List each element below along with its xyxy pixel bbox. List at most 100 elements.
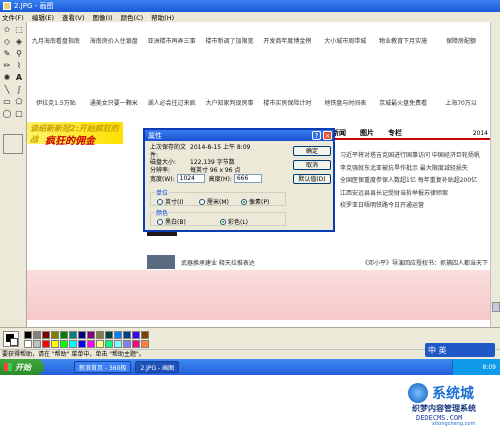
palette-swatch[interactable]: [141, 340, 149, 348]
palette-swatch[interactable]: [141, 331, 149, 339]
unit-pixel-option[interactable]: 像素(P): [241, 197, 283, 206]
brush-icon[interactable]: ⌇: [14, 61, 24, 71]
image-canvas[interactable]: 九月海南看盘指南 海南房价入住银盘 亚洲楼市再弄三事 楼市新调了加限宽 开发商年…: [27, 22, 490, 327]
palette-swatch[interactable]: [87, 331, 95, 339]
nav-link: 开发商年度博金榜: [263, 38, 312, 45]
pencil-icon[interactable]: ✏: [2, 61, 12, 71]
bottom-headline: 武器换承建业 释天拉推表达: [181, 259, 255, 267]
palette-swatch[interactable]: [60, 331, 68, 339]
polygon-tool-icon[interactable]: ⬠: [14, 97, 24, 107]
palette-swatch[interactable]: [114, 340, 122, 348]
palette-swatch[interactable]: [114, 331, 122, 339]
file-info: 上次保存的文件: 2014-8-15 上午 8:09 磁盘大小: 122,139 字…: [150, 144, 250, 174]
curve-tool-icon[interactable]: ∫: [14, 85, 24, 95]
nav-link: 伊拉克1.5万贴: [36, 100, 76, 107]
help-icon[interactable]: ?: [312, 131, 321, 140]
height-label: 高度(H):: [208, 176, 232, 183]
palette-swatch[interactable]: [33, 340, 41, 348]
menu-edit[interactable]: 编辑(E): [32, 12, 54, 22]
watermark-domain: xitongcheng.com: [432, 421, 476, 427]
color-bw-option[interactable]: 黑白(B): [157, 217, 220, 226]
palette-swatch[interactable]: [24, 340, 32, 348]
color-color-option[interactable]: 彩色(L): [220, 217, 283, 226]
headline: 习近平将对塔吉克国进行国事访问 中国经济巨轮扬帆: [340, 152, 480, 159]
menu-view[interactable]: 查看(V): [62, 12, 85, 22]
color-group-label: 颜色: [155, 208, 170, 217]
palette-swatch[interactable]: [105, 340, 113, 348]
start-button[interactable]: 开始: [0, 359, 44, 375]
last-saved-label: 上次保存的文件:: [150, 144, 187, 159]
palette-swatch[interactable]: [96, 331, 104, 339]
current-colors[interactable]: [3, 331, 19, 347]
palette-swatch[interactable]: [78, 331, 86, 339]
rounded-rect-tool-icon[interactable]: ▢: [14, 109, 24, 119]
rect-select-icon[interactable]: ⬚: [14, 25, 24, 35]
nav-link: 楼市新调了加限宽: [205, 38, 254, 45]
ime-toolbar[interactable]: 中 英: [425, 343, 495, 357]
unit-inch-option[interactable]: 英寸(I): [157, 197, 199, 206]
nav-link: 湖人必会往过来疯: [147, 100, 196, 107]
magnifier-icon[interactable]: ⚲: [14, 49, 24, 59]
last-saved-value: 2014-8-15 上午 8:09: [190, 144, 251, 151]
ok-button[interactable]: 确定: [293, 146, 331, 156]
nav-link: 地铁盘与时间表: [324, 100, 367, 107]
palette-swatch[interactable]: [51, 331, 59, 339]
palette-swatch[interactable]: [105, 331, 113, 339]
palette-swatch[interactable]: [132, 340, 140, 348]
palette-swatch[interactable]: [42, 340, 50, 348]
menu-help[interactable]: 帮助(H): [151, 12, 174, 22]
nav-link: 京城最火盘免费看: [379, 100, 428, 107]
menu-colors[interactable]: 颜色(C): [121, 12, 144, 22]
disk-size-label: 磁盘大小:: [150, 159, 177, 166]
scroll-thumb[interactable]: [492, 302, 500, 312]
watermark-subtitle: 织梦内容管理系统: [412, 404, 476, 413]
palette-swatch[interactable]: [51, 340, 59, 348]
color-picker-icon[interactable]: ✎: [2, 49, 12, 59]
tool-options-panel[interactable]: [3, 134, 23, 154]
palette-swatch[interactable]: [69, 340, 77, 348]
start-label: 开始: [15, 362, 31, 372]
height-input[interactable]: 666: [233, 174, 262, 183]
palette-swatch[interactable]: [96, 340, 104, 348]
taskbar-item-browser[interactable]: 新浪首页 - 360极: [74, 361, 132, 373]
free-select-icon[interactable]: ✩: [2, 25, 12, 35]
nav-row-second: 伊拉克1.5万贴 通美女只要一颗米 湖人必会往过来疯 大户知家判现房事 楼市买房…: [27, 98, 490, 107]
text-tool-icon[interactable]: A: [14, 73, 24, 83]
vertical-scrollbar[interactable]: [490, 22, 500, 327]
bottom-headline-2: 《邓小平》导演回应授权书：抓捕四人都当天下: [361, 259, 488, 267]
palette-swatch[interactable]: [42, 331, 50, 339]
menu-file[interactable]: 文件(F): [2, 12, 24, 22]
menu-image[interactable]: 图像(I): [93, 12, 113, 22]
palette-swatch[interactable]: [132, 331, 140, 339]
palette-swatch[interactable]: [60, 340, 68, 348]
ellipse-tool-icon[interactable]: ◯: [2, 109, 12, 119]
nav-row-top: 九月海南看盘指南 海南房价入住银盘 亚洲楼市再弄三事 楼市新调了加限宽 开发商年…: [27, 36, 490, 45]
unit-cm-option[interactable]: 厘米(M): [199, 197, 241, 206]
properties-dialog: 属性 ? × 上次保存的文件: 2014-8-15 上午 8:09 磁盘大小: 12…: [143, 128, 335, 232]
nav-link: 物业教育下月实施: [379, 38, 428, 45]
palette-swatch[interactable]: [123, 340, 131, 348]
rectangle-tool-icon[interactable]: ▭: [2, 97, 12, 107]
window-title: 2.JPG - 画图: [14, 2, 54, 10]
default-button[interactable]: 默认值(D): [293, 174, 331, 184]
dialog-title: 属性: [148, 131, 162, 140]
taskbar-item-paint[interactable]: 2.JPG - 画图: [135, 361, 180, 373]
watermark-title: 系统城: [432, 386, 474, 402]
palette-swatch[interactable]: [123, 331, 131, 339]
eraser-icon[interactable]: ◇: [2, 37, 12, 47]
close-icon[interactable]: ×: [323, 131, 332, 140]
palette-swatch[interactable]: [69, 331, 77, 339]
fill-bucket-icon[interactable]: ◈: [14, 37, 24, 47]
system-tray: 8:09: [452, 359, 500, 375]
line-tool-icon[interactable]: ╲: [2, 85, 12, 95]
cancel-button[interactable]: 取消: [293, 160, 331, 170]
width-input[interactable]: 1024: [176, 174, 205, 183]
airbrush-icon[interactable]: ✺: [2, 73, 12, 83]
palette-swatch[interactable]: [24, 331, 32, 339]
palette-swatch[interactable]: [33, 331, 41, 339]
palette-swatch[interactable]: [78, 340, 86, 348]
pink-band: [27, 270, 490, 320]
palette-swatch[interactable]: [87, 340, 95, 348]
nav-link: 保障房配额: [446, 38, 477, 45]
taskbar: 开始 新浪首页 - 360极 2.JPG - 画图 8:09: [0, 359, 500, 375]
